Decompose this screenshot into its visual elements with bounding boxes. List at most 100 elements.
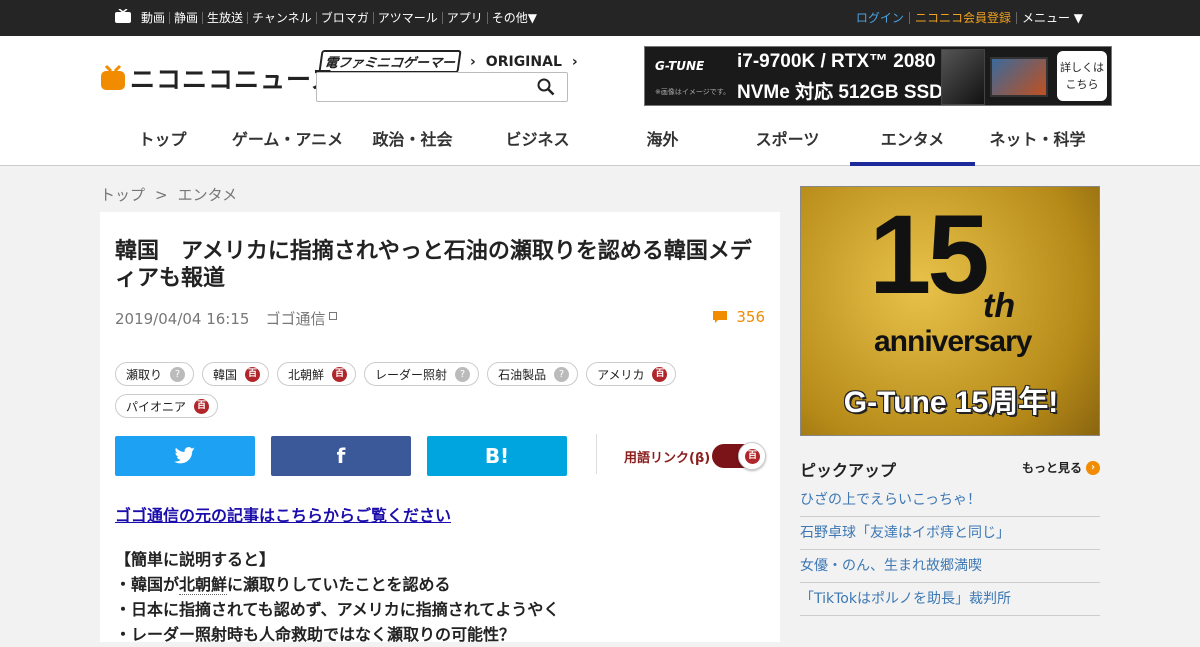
service-link-blomaga[interactable]: ブロマガ [315, 12, 373, 24]
pickup-item[interactable]: 女優・のん、生まれ故郷満喫 [800, 550, 1100, 583]
original-article-link[interactable]: ゴゴ通信の元の記事はこちらからご覧ください [115, 502, 451, 526]
register-link[interactable]: ニコニコ会員登録 [908, 12, 1016, 24]
article-date: 2019/04/04 16:15 [115, 309, 250, 328]
sidebar-ad-banner[interactable]: 15 th anniversary G-Tune 15周年! [800, 186, 1100, 436]
article-body: 【簡単に説明すると】 ・韓国が北朝鮮に瀬取りしていたことを認める ・日本に指摘さ… [115, 547, 559, 647]
more-link-label: もっと見る [1022, 461, 1083, 475]
breadcrumb-current[interactable]: エンタメ [178, 186, 238, 204]
pickup-item[interactable]: ひざの上でえらいこっちゃ！ [800, 484, 1100, 517]
question-icon: ? [554, 366, 570, 382]
nav-tab-net-science[interactable]: ネット・科学 [975, 120, 1100, 166]
article-title: 韓国 アメリカに指摘されやっと石油の瀬取りを認める韓国メディアも報道 [115, 239, 752, 291]
monitor-image [990, 57, 1048, 97]
service-link-seiga[interactable]: 静画 [169, 12, 202, 24]
term-link-label: 用語リンク(β) [624, 451, 711, 466]
nav-tab-politics[interactable]: 政治・社会 [350, 120, 475, 166]
account-links: ログイン ニコニコ会員登録 メニュー ▼ [851, 0, 1088, 36]
facebook-share-button[interactable]: f [271, 436, 411, 476]
tag-item[interactable]: レーダー照射? [364, 362, 480, 386]
pickup-item[interactable]: 「TikTokはポルノを助長」裁判所 [800, 583, 1100, 616]
nav-tab-top[interactable]: トップ [100, 120, 225, 166]
ad-headline-2: NVMe 対応 512GB SSD [737, 82, 943, 103]
tag-label: アメリカ [597, 367, 645, 382]
niconico-tv-icon[interactable] [115, 9, 131, 23]
service-link-video[interactable]: 動画 [137, 12, 169, 24]
toggle-knob: 百 [738, 442, 766, 470]
sub-brands: 電ファミニコゲーマー › ORIGINAL › [318, 50, 588, 73]
twitter-bird-icon [174, 447, 195, 464]
tag-item[interactable]: パイオニア百 [115, 394, 219, 418]
hatena-bookmark-icon: B! [484, 444, 510, 468]
tag-item[interactable]: アメリカ百 [586, 362, 677, 386]
service-link-app[interactable]: アプリ [441, 12, 487, 24]
breadcrumb: トップ > エンタメ [100, 184, 237, 205]
term-link-toggle[interactable]: 百 [712, 442, 766, 470]
site-logo[interactable]: ニコニコニュース [100, 63, 337, 94]
chevron-right-icon: › [1086, 460, 1101, 475]
tag-label: レーダー照射 [375, 367, 448, 382]
tag-item[interactable]: 韓国百 [202, 362, 270, 386]
tag-label: 韓国 [213, 367, 238, 382]
nav-tab-overseas[interactable]: 海外 [600, 120, 725, 166]
ad-ordinal: th [983, 287, 1016, 325]
category-nav: トップ ゲーム・アニメ 政治・社会 ビジネス 海外 スポーツ エンタメ ネット・… [100, 120, 1100, 166]
pickup-item[interactable]: 石野卓球「友達はイボ痔と同じ」 [800, 517, 1100, 550]
question-icon: ? [455, 366, 471, 382]
dengeki-brand-link[interactable]: 電ファミニコゲーマー [318, 50, 462, 73]
pc-tower-image [941, 49, 985, 105]
question-icon: ? [170, 366, 186, 382]
menu-button[interactable]: メニュー ▼ [1015, 12, 1088, 24]
tag-item[interactable]: 瀬取り? [115, 362, 195, 386]
ad-details-button[interactable]: 詳しくは こちら [1057, 51, 1107, 101]
comment-count-value: 356 [736, 308, 765, 326]
search-box [316, 72, 568, 102]
comment-icon [713, 311, 728, 323]
ad-button-line-1: 詳しくは [1060, 61, 1104, 74]
ad-headline-1: i7-9700K / RTX™ 2080 [737, 51, 936, 72]
tag-list: 瀬取り? 韓国百 北朝鮮百 レーダー照射? 石油製品? アメリカ百 パイオニア百 [115, 362, 755, 426]
dic-icon: 百 [332, 366, 348, 382]
dic-icon: 百 [745, 449, 760, 464]
tag-label: 北朝鮮 [288, 367, 325, 382]
search-input[interactable] [323, 78, 523, 96]
service-link-channel[interactable]: チャンネル [247, 12, 316, 24]
ad-button-line-2: こちら [1065, 78, 1099, 91]
header-ad-banner[interactable]: G-TUNE ※画像はイメージです。 i7-9700K / RTX™ 2080 … [644, 46, 1112, 106]
nav-tab-sports[interactable]: スポーツ [725, 120, 850, 166]
twitter-share-button[interactable] [115, 436, 255, 476]
tag-item[interactable]: 北朝鮮百 [277, 362, 357, 386]
niconico-logo-icon [101, 64, 125, 90]
nav-tab-entertainment[interactable]: エンタメ [850, 120, 975, 166]
login-link[interactable]: ログイン [851, 12, 909, 24]
breadcrumb-home[interactable]: トップ [100, 186, 145, 204]
site-header: ニコニコニュース 電ファミニコゲーマー › ORIGINAL › G-TUNE … [0, 36, 1200, 166]
keyword-link[interactable]: 北朝鮮 [179, 575, 228, 595]
chevron-right-icon: › [571, 53, 578, 70]
service-link-live[interactable]: 生放送 [202, 12, 247, 24]
tag-label: 瀬取り [126, 367, 163, 382]
pickup-list: ひざの上でえらいこっちゃ！ 石野卓球「友達はイボ痔と同じ」 女優・のん、生まれ故… [800, 484, 1100, 616]
external-link-icon [329, 311, 338, 320]
more-link[interactable]: もっと見る › [1022, 459, 1101, 476]
nav-tab-business[interactable]: ビジネス [475, 120, 600, 166]
hatena-bookmark-button[interactable]: B! [427, 436, 567, 476]
point-text: ・日本に指摘されても認めず、アメリカに指摘されてようやく [115, 600, 560, 619]
article-source-link[interactable]: ゴゴ通信 [265, 308, 325, 329]
pickup-heading: ピックアップ [800, 461, 897, 480]
tag-item[interactable]: 石油製品? [487, 362, 579, 386]
ad-brand-logo: G-TUNE [655, 59, 705, 73]
summary-point: ・日本に指摘されても認めず、アメリカに指摘されてようやく [115, 597, 559, 622]
point-text: ・韓国が [115, 575, 180, 594]
original-brand-link[interactable]: ORIGINAL [486, 54, 562, 70]
tag-label: パイオニア [126, 399, 187, 414]
dic-icon: 百 [652, 366, 668, 382]
comment-count[interactable]: 356 [712, 308, 765, 326]
service-link-other[interactable]: その他▼ [486, 12, 541, 24]
search-icon[interactable] [537, 78, 555, 96]
service-link-atsumaru[interactable]: アツマール [372, 12, 442, 24]
dic-icon: 百 [194, 398, 210, 414]
nav-tab-game-anime[interactable]: ゲーム・アニメ [225, 120, 350, 166]
global-top-bar: 動画 静画 生放送 チャンネル ブロマガ アツマール アプリ その他▼ ログイン… [0, 0, 1200, 36]
tag-label: 石油製品 [498, 367, 547, 382]
summary-heading: 【簡単に説明すると】 [115, 550, 276, 569]
